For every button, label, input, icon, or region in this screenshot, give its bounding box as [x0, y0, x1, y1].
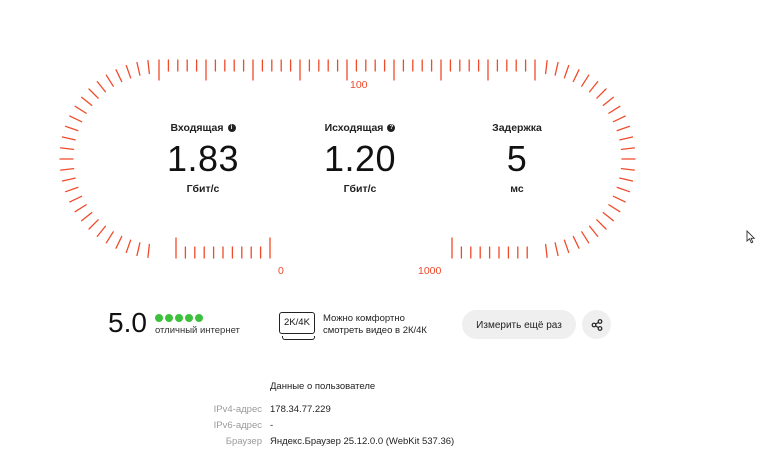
gauge-tick — [581, 74, 590, 87]
rating-label: отличный интернет — [154, 325, 240, 336]
gauge-tick — [74, 105, 87, 114]
gauge-tick — [64, 186, 79, 193]
upload-value: 1.20 — [323, 138, 397, 179]
gauge-tick — [80, 96, 93, 107]
gauge-tick — [96, 80, 107, 93]
download-value: 1.83 — [166, 138, 240, 179]
info-key: IPv6-адрес — [213, 420, 262, 431]
gauge-tick — [105, 74, 114, 87]
info-value: Яндекс.Браузер 25.12.0.0 (WebKit 537.36) — [270, 436, 455, 447]
gauge-tick — [596, 88, 607, 99]
rating-dot — [154, 314, 163, 322]
rating-dot — [194, 314, 203, 322]
rating-dot — [164, 314, 173, 322]
gauge-tick — [125, 239, 132, 254]
gauge-tick — [602, 96, 615, 107]
info-key: IPv4-адрес — [213, 404, 262, 415]
gauge-tick — [59, 147, 75, 151]
rating-score: 5.0 — [108, 307, 147, 338]
download-title: Входящая — [170, 122, 224, 134]
gauge-tick — [136, 242, 141, 257]
gauge-tick — [80, 211, 93, 222]
monitor-stand-icon — [282, 336, 315, 340]
gauge-tick — [554, 242, 559, 257]
video-quality-text: Можно комфортно смотреть видео в 2К/4К — [323, 313, 453, 337]
gauge-tick — [61, 136, 76, 141]
gauge-tick — [74, 204, 87, 213]
gauge-tick — [596, 219, 607, 230]
upload-unit: Гбит/с — [343, 183, 377, 195]
info-row-ipv6: IPv6-адрес - — [150, 420, 550, 434]
gauge-tick — [88, 88, 99, 99]
gauge-tick — [88, 219, 99, 230]
gauge-tick — [115, 235, 123, 249]
download-stat: Входящая i 1.83 Гбит/с — [133, 121, 273, 195]
mouse-cursor-icon — [746, 230, 756, 244]
gauge-tick — [147, 59, 151, 75]
video-quality-badge: 2K/4K — [279, 312, 315, 334]
gauge-tick — [619, 136, 634, 141]
gauge-tick — [608, 105, 621, 114]
rating-dots — [154, 314, 240, 322]
gauge-tick — [616, 186, 631, 193]
info-key: Браузер — [225, 436, 262, 447]
gauge-tick — [544, 243, 548, 259]
gauge-tick — [544, 59, 548, 75]
gauge-tick — [69, 115, 83, 123]
latency-unit: мс — [510, 183, 524, 195]
gauge-tick — [602, 211, 615, 222]
gauge-tick — [572, 235, 580, 249]
gauge-tick — [612, 195, 626, 203]
rating-dot — [174, 314, 183, 322]
gauge-tick — [96, 225, 107, 238]
rating-dot — [184, 314, 193, 322]
gauge-tick — [105, 231, 114, 244]
info-value: - — [270, 420, 274, 431]
gauge-tick — [563, 64, 570, 79]
gauge-tick — [581, 231, 590, 244]
share-button[interactable] — [582, 310, 611, 339]
gauge-tick — [588, 225, 599, 238]
gauge-tick — [554, 61, 559, 76]
gauge-tick — [572, 69, 580, 83]
info-row-ipv4: IPv4-адрес 178.34.77.229 — [150, 404, 550, 418]
user-info-title: Данные о пользователе — [270, 381, 376, 392]
gauge-tick — [125, 64, 132, 79]
video-quality-line1: Можно комфортно — [323, 313, 405, 324]
share-icon — [591, 318, 602, 331]
latency-value: 5 — [506, 138, 528, 179]
gauge-tick — [59, 167, 75, 171]
scale-label-high: 1000 — [418, 265, 442, 277]
gauge-tick — [588, 80, 599, 93]
gauge-tick — [64, 125, 79, 132]
gauge-tick — [620, 167, 636, 171]
scale-label-mid: 100 — [350, 79, 368, 91]
retry-button[interactable]: Измерить ещё раз — [462, 310, 576, 339]
gauge-tick — [619, 177, 634, 182]
gauge-tick — [136, 61, 141, 76]
gauge-tick — [608, 204, 621, 213]
gauge-tick — [115, 69, 123, 83]
gauge-tick — [612, 115, 626, 123]
latency-title: Задержка — [492, 122, 542, 134]
scale-label-low: 0 — [278, 265, 284, 277]
gauge-tick — [620, 147, 636, 151]
video-quality-line2: смотреть видео в 2К/4К — [323, 325, 427, 336]
gauge-tick — [616, 125, 631, 132]
info-icon[interactable]: i — [227, 124, 236, 132]
question-icon[interactable]: ? — [387, 124, 396, 132]
info-value: 178.34.77.229 — [270, 404, 331, 415]
gauge-tick — [69, 195, 83, 203]
download-unit: Гбит/с — [186, 183, 220, 195]
upload-stat: Исходящая ? 1.20 Гбит/с — [290, 121, 430, 195]
gauge-tick — [563, 239, 570, 254]
gauge-tick — [61, 177, 76, 182]
rating-block: 5.0 отличный интернет — [108, 307, 240, 339]
upload-title: Исходящая — [324, 122, 384, 134]
latency-stat: Задержка 5 мс — [447, 121, 587, 195]
gauge-tick — [147, 243, 151, 259]
